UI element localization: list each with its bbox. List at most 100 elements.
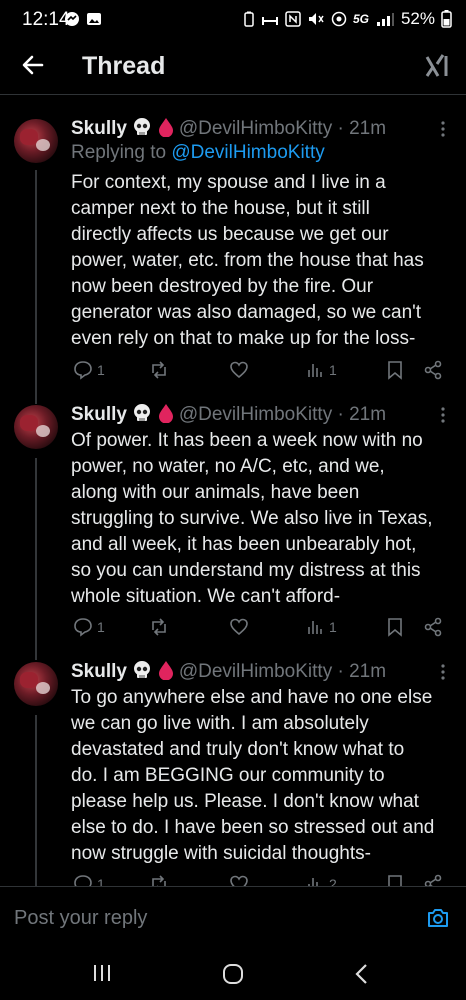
heart-icon <box>230 361 248 379</box>
blood-drop-emoji <box>158 661 173 680</box>
replying-to: Replying to @DevilHimboKitty <box>71 142 325 164</box>
share-icon[interactable] <box>423 617 443 637</box>
repost-icon <box>152 361 166 379</box>
tweet-line: now been destroyed by the fire. Our <box>71 276 374 297</box>
tweet[interactable]: Skully @DevilHimboKitty · 21m Replying t… <box>0 117 466 387</box>
tweet-line: now struggle with suicidal thoughts- <box>71 843 371 864</box>
bookmark-icon[interactable] <box>385 617 405 637</box>
reply-icon <box>74 361 92 380</box>
nfc-icon <box>285 11 301 27</box>
tweet-body: To go anywhere else and have no one else… <box>71 685 451 867</box>
view-count: 1 <box>329 619 337 635</box>
status-time: 12:14 <box>22 9 70 30</box>
reply-count: 1 <box>97 362 105 378</box>
display-name[interactable]: Skully <box>71 404 127 425</box>
tweet-line: devastated and truly don't know what to <box>71 739 405 760</box>
more-options-icon[interactable] <box>440 662 446 682</box>
tweet-header: Skully @DevilHimboKitty · 21m <box>71 117 386 140</box>
display-name[interactable]: Skully <box>71 661 127 682</box>
arrow-left-icon[interactable] <box>20 52 46 78</box>
tweet-line: so you can understand my distress at thi… <box>71 560 421 581</box>
tweet-line: power, water, etc. from the house that h… <box>71 250 424 271</box>
battery-saver-icon <box>244 11 254 27</box>
battery-percent: 52% <box>400 9 435 28</box>
heart-icon <box>230 618 248 636</box>
tweet-line: generator was also damaged, so we can't <box>71 302 422 323</box>
reply-count: 1 <box>97 619 105 635</box>
repost-button[interactable] <box>149 617 169 637</box>
skull-emoji <box>134 118 151 135</box>
repost-icon <box>152 618 166 636</box>
signal-icon <box>376 13 394 26</box>
more-options-icon[interactable] <box>440 119 446 139</box>
tweet-line: and all week, it has been unbearably hot… <box>71 534 417 555</box>
network-type: 5G <box>352 12 369 26</box>
tweet-actions: 1 1 <box>71 360 451 384</box>
blood-drop-emoji <box>158 404 173 423</box>
repost-button[interactable] <box>149 360 169 380</box>
user-handle[interactable]: @DevilHimboKitty <box>179 404 332 425</box>
blood-drop-emoji <box>158 118 173 137</box>
views-icon <box>308 364 322 377</box>
camera-icon[interactable] <box>426 907 450 929</box>
skull-emoji <box>134 661 151 678</box>
more-options-icon[interactable] <box>440 405 446 425</box>
avatar[interactable] <box>14 405 58 449</box>
tweet-line: directly affects us because we get our <box>71 224 389 245</box>
tweet-actions: 1 1 <box>71 617 451 641</box>
battery-icon <box>441 10 452 28</box>
tweet-line: whole situation. We can't afford- <box>71 586 341 607</box>
system-nav-bar <box>0 950 466 1000</box>
tweet-time: · 21m <box>337 661 387 682</box>
views-button[interactable]: 1 <box>305 617 337 637</box>
tweet-time: · 21m <box>337 118 387 139</box>
tweet-line: Of power. It has been a week now with no <box>71 430 423 451</box>
tweet-line: please help us. Please. I don't know wha… <box>71 791 419 812</box>
views-icon <box>308 621 322 634</box>
reply-icon <box>74 618 92 637</box>
user-handle[interactable]: @DevilHimboKitty <box>179 661 332 682</box>
tweet-body: For context, my spouse and I live in a c… <box>71 170 451 352</box>
tweet-line: else to do. I have been so stressed out … <box>71 817 435 838</box>
status-bar: 12:14 5G 52% <box>0 0 466 40</box>
reply-composer[interactable]: Post your reply <box>0 886 466 951</box>
reply-button[interactable]: 1 <box>73 360 105 380</box>
gallery-notification-icon <box>87 13 101 25</box>
replying-to-handle[interactable]: @DevilHimboKitty <box>171 142 324 163</box>
tweet[interactable]: Skully @DevilHimboKitty · 21m To go anyw… <box>0 660 466 900</box>
tweet-line: struggling to survive. We also live in T… <box>71 508 433 529</box>
views-button[interactable]: 1 <box>305 360 337 380</box>
bookmark-icon[interactable] <box>385 360 405 380</box>
home-icon[interactable] <box>221 962 245 986</box>
tweet-header: Skully @DevilHimboKitty · 21m <box>71 660 386 683</box>
reply-button[interactable]: 1 <box>73 617 105 637</box>
replying-prefix: Replying to <box>71 142 172 163</box>
share-icon[interactable] <box>423 360 443 380</box>
tweet-line: along with our animals, have been <box>71 482 360 503</box>
tweet-time: · 21m <box>337 404 387 425</box>
mute-icon <box>308 13 324 25</box>
tweet-body: Of power. It has been a week now with no… <box>71 428 451 610</box>
recent-apps-icon[interactable] <box>92 962 112 984</box>
xai-grok-icon[interactable] <box>424 52 452 80</box>
page-title: Thread <box>82 52 166 80</box>
display-name[interactable]: Skully <box>71 118 127 139</box>
skull-emoji <box>134 404 151 421</box>
avatar[interactable] <box>14 119 58 163</box>
hotspot-icon <box>261 17 278 25</box>
tweet-line: For context, my spouse and I live in a <box>71 172 386 193</box>
tweet-line: camper next to the house, but it still <box>71 198 370 219</box>
wifi-calling-icon <box>331 11 347 27</box>
like-button[interactable] <box>229 360 249 380</box>
tweet-line: we can go live with. I am absolutely <box>71 713 369 734</box>
reply-input[interactable]: Post your reply <box>14 907 147 930</box>
avatar[interactable] <box>14 662 58 706</box>
back-nav-icon[interactable] <box>352 962 372 986</box>
tweet[interactable]: Skully @DevilHimboKitty · 21m Of power. … <box>0 403 466 643</box>
tweet-line: do. I am BEGGING our community to <box>71 765 385 786</box>
tweet-line: even rely on that to make up for the los… <box>71 328 416 349</box>
user-handle[interactable]: @DevilHimboKitty <box>179 118 332 139</box>
top-app-bar: Thread <box>0 40 466 95</box>
tweet-line: To go anywhere else and have no one else <box>71 687 433 708</box>
like-button[interactable] <box>229 617 249 637</box>
